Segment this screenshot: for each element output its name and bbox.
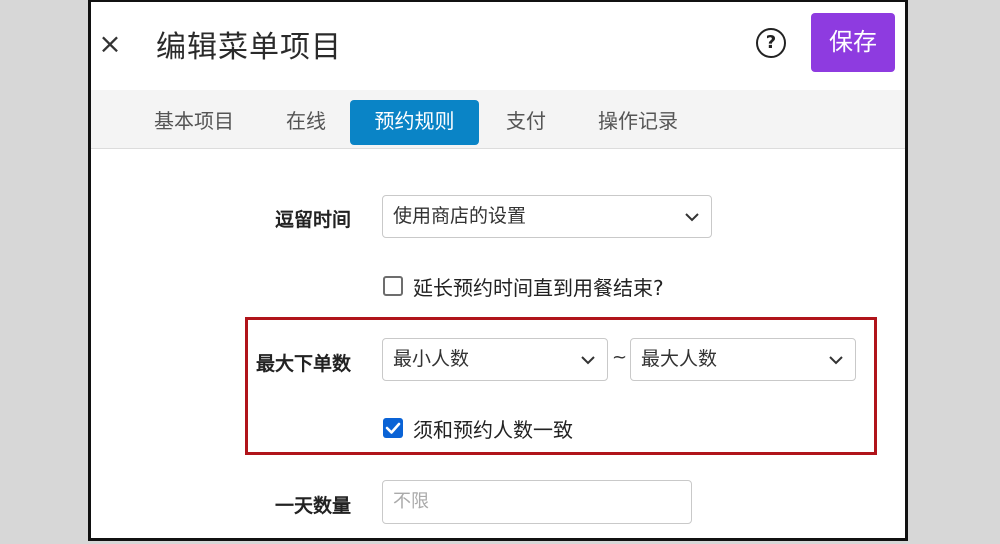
min-people-select[interactable]: 最小人数 [382, 338, 608, 381]
tab-operation-log[interactable]: 操作记录 [585, 100, 691, 145]
tab-basic-items[interactable]: 基本项目 [141, 100, 247, 145]
chevron-down-icon [685, 213, 699, 222]
dialog-header: × 编辑菜单项目 ? 保存 [91, 2, 905, 91]
match-people-label: 须和预约人数一致 [413, 418, 573, 442]
close-icon[interactable]: × [95, 26, 125, 62]
range-separator: ~ [612, 347, 628, 368]
min-people-value: 最小人数 [393, 348, 470, 370]
edit-menu-item-dialog: × 编辑菜单项目 ? 保存 基本项目 在线 预约规则 支付 操作记录 逗留时间 … [88, 0, 908, 541]
max-people-value: 最大人数 [641, 348, 718, 370]
next-field-partial [417, 539, 667, 541]
save-button[interactable]: 保存 [811, 13, 895, 72]
extend-time-label: 延长预约时间直到用餐结束? [413, 276, 664, 300]
chevron-down-icon [581, 356, 595, 365]
extend-time-checkbox[interactable] [383, 276, 403, 296]
tab-reservation-rules[interactable]: 预约规则 [350, 100, 479, 145]
tab-bar: 基本项目 在线 预约规则 支付 操作记录 [91, 90, 905, 149]
max-orders-label: 最大下单数 [256, 353, 352, 375]
stay-time-label: 逗留时间 [275, 209, 352, 231]
daily-count-label: 一天数量 [275, 495, 352, 517]
help-icon[interactable]: ? [756, 28, 786, 58]
dialog-title: 编辑菜单项目 [156, 30, 342, 65]
tab-payment[interactable]: 支付 [496, 100, 556, 145]
reservation-rules-form: 逗留时间 使用商店的设置 延长预约时间直到用餐结束? 最大下单数 最小人数 ~ … [91, 149, 905, 538]
max-people-select[interactable]: 最大人数 [630, 338, 856, 381]
stay-time-select[interactable]: 使用商店的设置 [382, 195, 712, 238]
checkmark-icon [385, 422, 401, 434]
tab-online[interactable]: 在线 [273, 100, 339, 145]
match-people-checkbox[interactable] [383, 418, 403, 438]
stay-time-value: 使用商店的设置 [393, 205, 527, 227]
chevron-down-icon [829, 356, 843, 365]
daily-count-input[interactable]: 不限 [382, 480, 692, 524]
